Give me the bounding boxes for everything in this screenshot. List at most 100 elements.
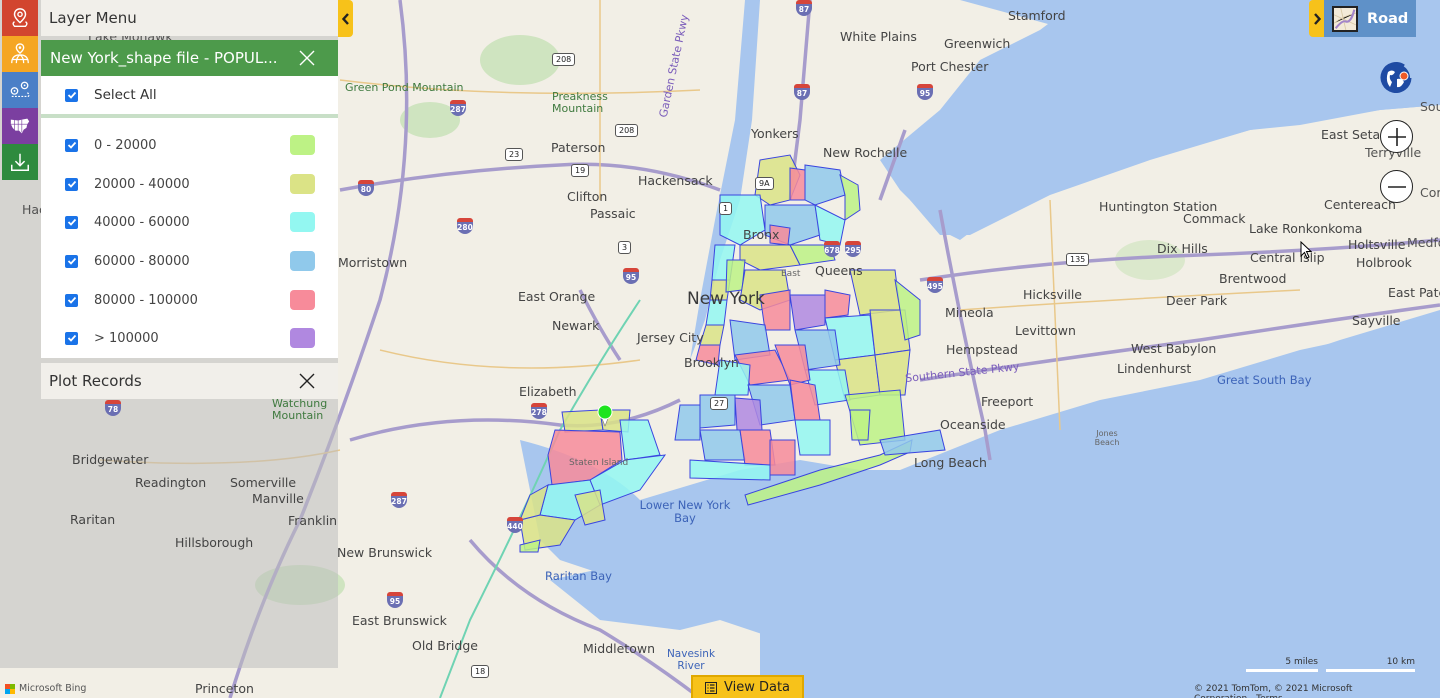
select-all-label: Select All [94,87,157,103]
scale-miles-label: 5 miles [1285,657,1318,667]
legend-color-swatch [290,290,315,310]
city-label: West Babylon [1131,341,1217,356]
city-label: Readington [135,475,207,490]
district-polygon[interactable] [824,289,851,319]
city-label: Hicksville [1023,287,1083,302]
water-label: Great South Bay [1217,373,1312,387]
legend-item[interactable]: 0 - 20000 [41,130,338,160]
city-label: East Patchogue [1388,285,1440,300]
route-shield-icon: 1 [719,202,733,215]
city-label: Deer Park [1166,293,1228,308]
layer-title-bar[interactable]: New York_shape file - POPUL... [41,40,338,76]
plot-records-title: Plot Records [49,372,142,390]
borough-label: Brooklyn [684,355,739,370]
close-plot-records-icon[interactable] [298,372,316,390]
city-label: Stamford [1008,8,1066,23]
locate-globe-button[interactable] [1377,59,1415,97]
scale-km-label: 10 km [1386,657,1415,667]
route-shield-icon: 208 [552,53,576,66]
legend-checkbox[interactable] [65,215,78,229]
check-icon [67,141,76,149]
check-icon [67,334,76,342]
city-label: Old Bridge [412,638,478,653]
district-polygon[interactable] [794,419,831,456]
territory-button[interactable] [2,36,38,72]
city-label: Coram [1420,185,1440,200]
legend-item[interactable]: 40000 - 60000 [41,207,338,237]
city-label: Paterson [551,140,606,155]
zoom-out-button[interactable] [1380,170,1413,203]
view-data-button[interactable]: View Data [691,675,804,698]
check-icon [67,180,76,188]
city-label: Raritan [70,512,116,527]
district-polygon[interactable] [769,439,796,476]
close-layer-icon[interactable] [298,49,316,67]
mountain-label: Green Pond Mountain [345,81,464,94]
route-shield-icon: 135 [1066,253,1090,266]
map-pin-button[interactable] [2,0,38,36]
us-map-button[interactable] [2,108,38,144]
legend-label: 0 - 20000 [94,137,157,153]
city-label: Levittown [1015,323,1076,338]
expand-map-style-button[interactable] [1309,0,1324,37]
city-label: Manville [252,491,304,506]
layer-menu-header[interactable]: Layer Menu [41,0,338,36]
borough-label: Queens [815,263,863,278]
district-polygon[interactable] [789,167,806,201]
city-label: Hillsborough [175,535,254,550]
left-toolbar [2,0,38,180]
water-label: Jones Beach [1094,429,1120,447]
plot-pin-marker[interactable] [597,404,613,428]
terms-link[interactable]: Terms [1256,694,1283,698]
interstate-shield-icon: 495 [927,277,943,293]
plot-records-header[interactable]: Plot Records [41,363,338,399]
list-icon [704,681,717,694]
route-shield-icon: 27 [710,397,729,410]
district-polygon[interactable] [699,429,746,461]
city-label: East Brunswick [352,613,447,628]
district-polygon[interactable] [674,404,701,441]
plus-icon [1387,127,1406,146]
legend-color-swatch [290,212,315,232]
borough-label: East [781,269,801,279]
check-icon [67,257,76,265]
city-label: New Brunswick [337,545,433,560]
legend-checkbox[interactable] [65,293,78,307]
interstate-shield-icon: 95 [917,84,933,100]
legend-label: 20000 - 40000 [94,176,190,192]
collapse-panel-button[interactable] [338,0,353,37]
scale-km: 10 km [1326,657,1415,672]
water-label: Raritan Bay [545,569,612,583]
district-polygon[interactable] [849,409,871,441]
legend-checkbox[interactable] [65,138,78,152]
layer-legend-panel: Select All 0 - 20000 20000 - 40000 40000 -… [41,76,338,358]
district-polygon[interactable] [734,397,763,431]
city-label: Mineola [945,305,994,320]
legend-item[interactable]: > 100000 [41,323,338,353]
legend-item[interactable]: 20000 - 40000 [41,169,338,199]
water-label: Navesink River [666,648,716,672]
city-label: Lake Ronkonkoma [1249,221,1363,236]
map-style-switch[interactable]: Road [1309,0,1416,37]
select-all-checkbox[interactable] [65,88,78,102]
interstate-shield-icon: 280 [457,218,473,234]
zoom-in-button[interactable] [1380,120,1413,153]
legend-checkbox[interactable] [65,177,78,191]
district-polygon[interactable] [789,379,821,421]
water-label: Lower New York Bay [639,498,731,525]
district-polygon[interactable] [789,294,826,331]
legend-checkbox[interactable] [65,331,78,345]
legend-item[interactable]: 60000 - 80000 [41,246,338,276]
city-label: Oceanside [940,417,1006,432]
legend-checkbox[interactable] [65,254,78,268]
download-button[interactable] [2,144,38,180]
city-label: Clifton [567,189,608,204]
select-all-row[interactable]: Select All [41,76,338,114]
city-label: Sayville [1352,313,1401,328]
legend-item[interactable]: 80000 - 100000 [41,285,338,315]
map-style-label: Road [1367,10,1409,27]
route-button[interactable] [2,72,38,108]
city-label: Medford [1407,235,1440,250]
mountain-label: Preakness Mountain [552,90,608,116]
city-label: Passaic [590,206,636,221]
